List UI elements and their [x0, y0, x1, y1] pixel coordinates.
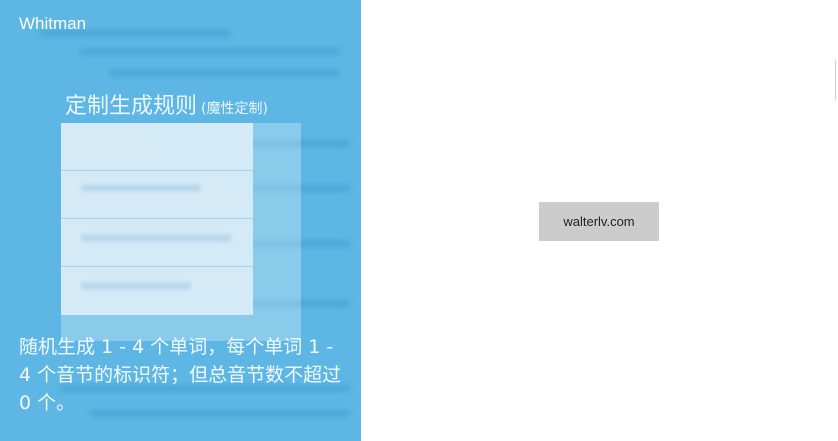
edge-divider [835, 60, 836, 100]
rule-heading-title: 定制生成规则 [65, 94, 198, 119]
app-title: Whitman [19, 14, 87, 33]
preview-ghost-line [81, 235, 231, 241]
preview-row-divider [61, 218, 253, 219]
website-link-button[interactable]: walterlv.com [539, 202, 659, 241]
preview-ghost-line [81, 185, 201, 191]
rule-description: 随机生成 1 - 4 个单词，每个单词 1 - 4 个音节的标识符；但总音节数不… [19, 336, 342, 414]
rule-heading: 定制生成规则 (魔性定制) [65, 88, 268, 120]
preview-row-divider [61, 170, 253, 171]
rule-heading-note: (魔性定制) [201, 101, 268, 117]
left-panel: Whitman 定制生成规则 (魔性定制) 随机生成 1 - 4 个单词，每个单词… [0, 0, 361, 441]
preview-ghost-line [81, 283, 191, 289]
preview-card [61, 123, 253, 315]
preview-row-divider [61, 266, 253, 267]
